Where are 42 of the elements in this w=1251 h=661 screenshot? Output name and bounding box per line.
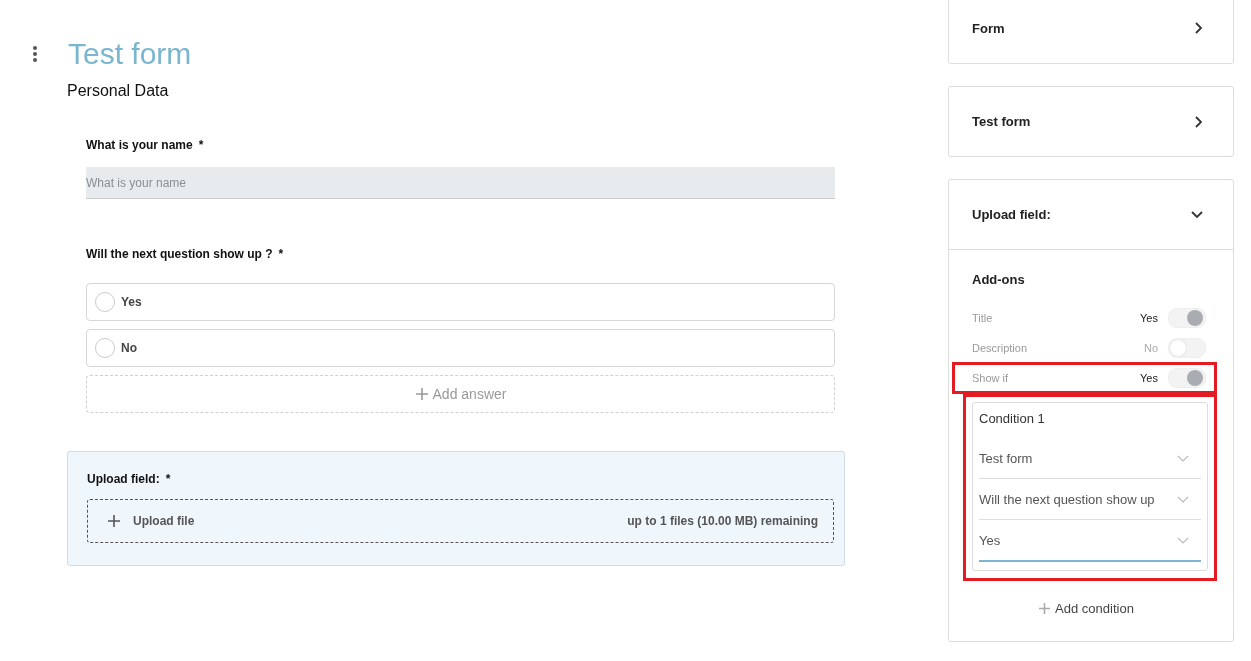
form-title: Test form <box>68 36 192 72</box>
question-label: Upload field: <box>87 472 160 486</box>
plus-icon <box>1038 602 1052 615</box>
condition-select[interactable]: Yes <box>979 520 1201 562</box>
question-label: Will the next question show up ? <box>86 247 273 261</box>
condition-select[interactable]: Will the next question show up <box>979 479 1201 520</box>
required-mark: * <box>165 472 171 486</box>
chevron-down-icon <box>1191 210 1203 219</box>
section-title: Personal Data <box>67 82 170 100</box>
addon-label: Show if <box>972 372 1010 384</box>
addon-value: Yes <box>1140 312 1158 324</box>
required-mark: * <box>278 247 284 261</box>
answer-option[interactable]: No <box>86 329 835 367</box>
condition-select[interactable]: Test form <box>979 438 1201 479</box>
panel-header[interactable]: Test form <box>949 87 1233 156</box>
upload-question-card[interactable]: Upload field: * Upload file up to 1 files (10.00 MB) remaining <box>67 451 845 566</box>
condition-title: Condition 1 <box>979 411 1046 426</box>
addon-value: Yes <box>1140 372 1158 384</box>
addon-label: Title <box>972 312 994 324</box>
chevron-down-icon <box>1177 495 1189 503</box>
answer-option[interactable]: Yes <box>86 283 835 321</box>
panel-header[interactable]: Upload field: <box>949 180 1233 249</box>
upload-limit-text: up to 1 files (10.00 MB) remaining <box>627 514 818 528</box>
plus-icon <box>414 387 429 401</box>
panel-header[interactable]: Form <box>949 0 1233 63</box>
required-mark: * <box>198 138 204 152</box>
addon-value: No <box>1143 342 1158 354</box>
plus-icon <box>107 514 121 528</box>
chevron-right-icon <box>1195 115 1203 128</box>
upload-file-button[interactable]: Upload file <box>107 514 195 528</box>
text-input-field[interactable]: What is your name <box>86 167 835 199</box>
addons-heading: Add-ons <box>972 272 1026 287</box>
addon-label: Description <box>972 342 1029 354</box>
add-condition-button[interactable]: Add condition <box>962 600 1210 617</box>
chevron-down-icon <box>1177 536 1189 544</box>
toggle-switch[interactable] <box>1168 368 1206 388</box>
chevron-right-icon <box>1195 22 1203 34</box>
toggle-switch[interactable] <box>1168 308 1206 328</box>
question-label: What is your name <box>86 138 193 152</box>
more-options-icon <box>32 45 38 63</box>
chevron-down-icon <box>1177 454 1189 462</box>
upload-drop-zone[interactable]: Upload file up to 1 files (10.00 MB) remaining <box>87 499 834 543</box>
